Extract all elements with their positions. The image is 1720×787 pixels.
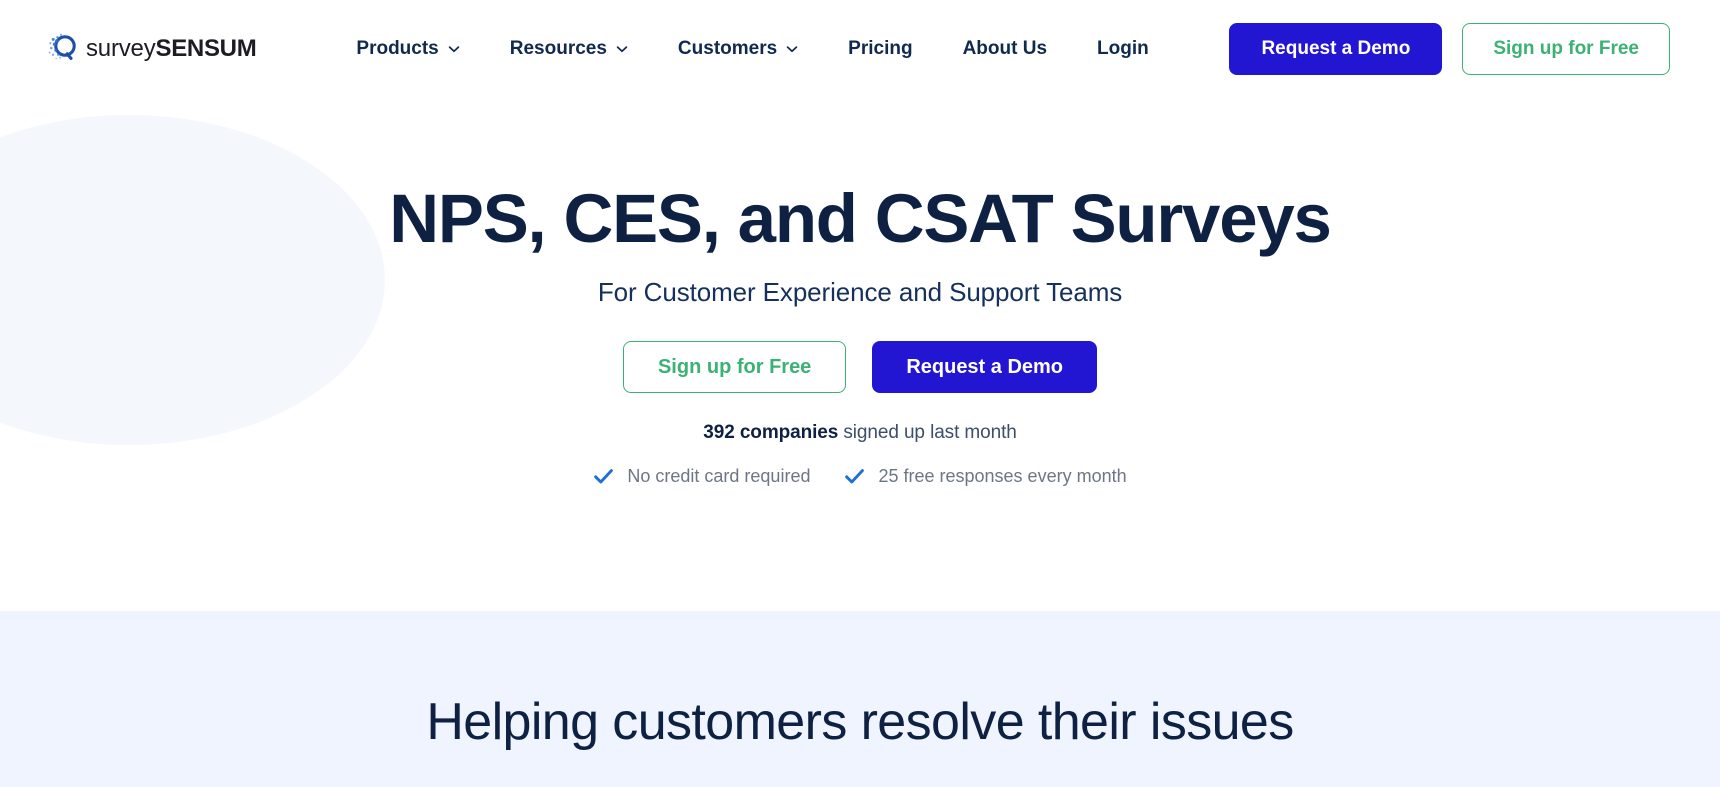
logo-text-bold: SENSUM <box>155 34 257 62</box>
nav-item-about-us[interactable]: About Us <box>938 29 1072 69</box>
social-proof-text: 392 companies signed up last month <box>0 422 1720 444</box>
check-icon <box>594 469 614 484</box>
main-nav: Products Resources Customers Pricing Abo… <box>331 29 1173 69</box>
nav-item-pricing[interactable]: Pricing <box>823 29 937 69</box>
survey-sensum-logo-icon <box>48 33 79 64</box>
nav-item-label: Customers <box>677 37 778 59</box>
site-header: surveySENSUM Products Resources Customer… <box>0 0 1720 97</box>
logo-text: surveySENSUM <box>86 34 257 63</box>
helping-customers-section: Helping customers resolve their issues <box>0 611 1720 787</box>
chevron-down-icon <box>448 45 459 52</box>
chevron-down-icon <box>786 45 798 52</box>
perk-label: No credit card required <box>627 466 811 487</box>
hero-cta-group: Sign up for Free Request a Demo <box>0 341 1720 394</box>
hero-subtitle: For Customer Experience and Support Team… <box>597 277 1123 308</box>
header-actions: Request a Demo Sign up for Free <box>1229 22 1670 75</box>
nav-item-resources[interactable]: Resources <box>485 29 653 69</box>
check-icon <box>845 469 865 484</box>
nav-item-label: Pricing <box>848 37 913 59</box>
hero-title: NPS, CES, and CSAT Surveys <box>389 180 1332 257</box>
nav-item-label: About Us <box>962 37 1048 59</box>
header-request-demo-button[interactable]: Request a Demo <box>1229 22 1443 75</box>
chevron-down-icon <box>616 45 628 52</box>
perk-label: 25 free responses every month <box>878 466 1127 487</box>
perk-free-responses: 25 free responses every month <box>844 466 1127 487</box>
hero-perk-list: No credit card required 25 free response… <box>0 466 1720 487</box>
nav-item-label: Resources <box>509 37 607 59</box>
nav-item-customers[interactable]: Customers <box>653 29 823 69</box>
header-signup-free-button[interactable]: Sign up for Free <box>1462 22 1670 75</box>
hero-section: NPS, CES, and CSAT Surveys For Customer … <box>0 97 1720 611</box>
social-proof-suffix: signed up last month <box>838 422 1017 444</box>
logo-text-light: survey <box>86 34 156 62</box>
perk-no-credit-card: No credit card required <box>593 466 810 487</box>
hero-request-demo-button[interactable]: Request a Demo <box>872 341 1098 394</box>
social-proof-count: 392 companies <box>703 422 839 444</box>
landing-page: surveySENSUM Products Resources Customer… <box>0 0 1720 787</box>
section-title: Helping customers resolve their issues <box>426 693 1294 751</box>
nav-item-label: Products <box>356 37 439 59</box>
logo[interactable]: surveySENSUM <box>48 29 257 69</box>
nav-item-label: Login <box>1097 37 1149 59</box>
nav-item-login[interactable]: Login <box>1072 29 1174 69</box>
hero-content: NPS, CES, and CSAT Surveys For Customer … <box>0 97 1720 487</box>
nav-item-products[interactable]: Products <box>331 29 484 69</box>
hero-signup-free-button[interactable]: Sign up for Free <box>622 341 847 394</box>
